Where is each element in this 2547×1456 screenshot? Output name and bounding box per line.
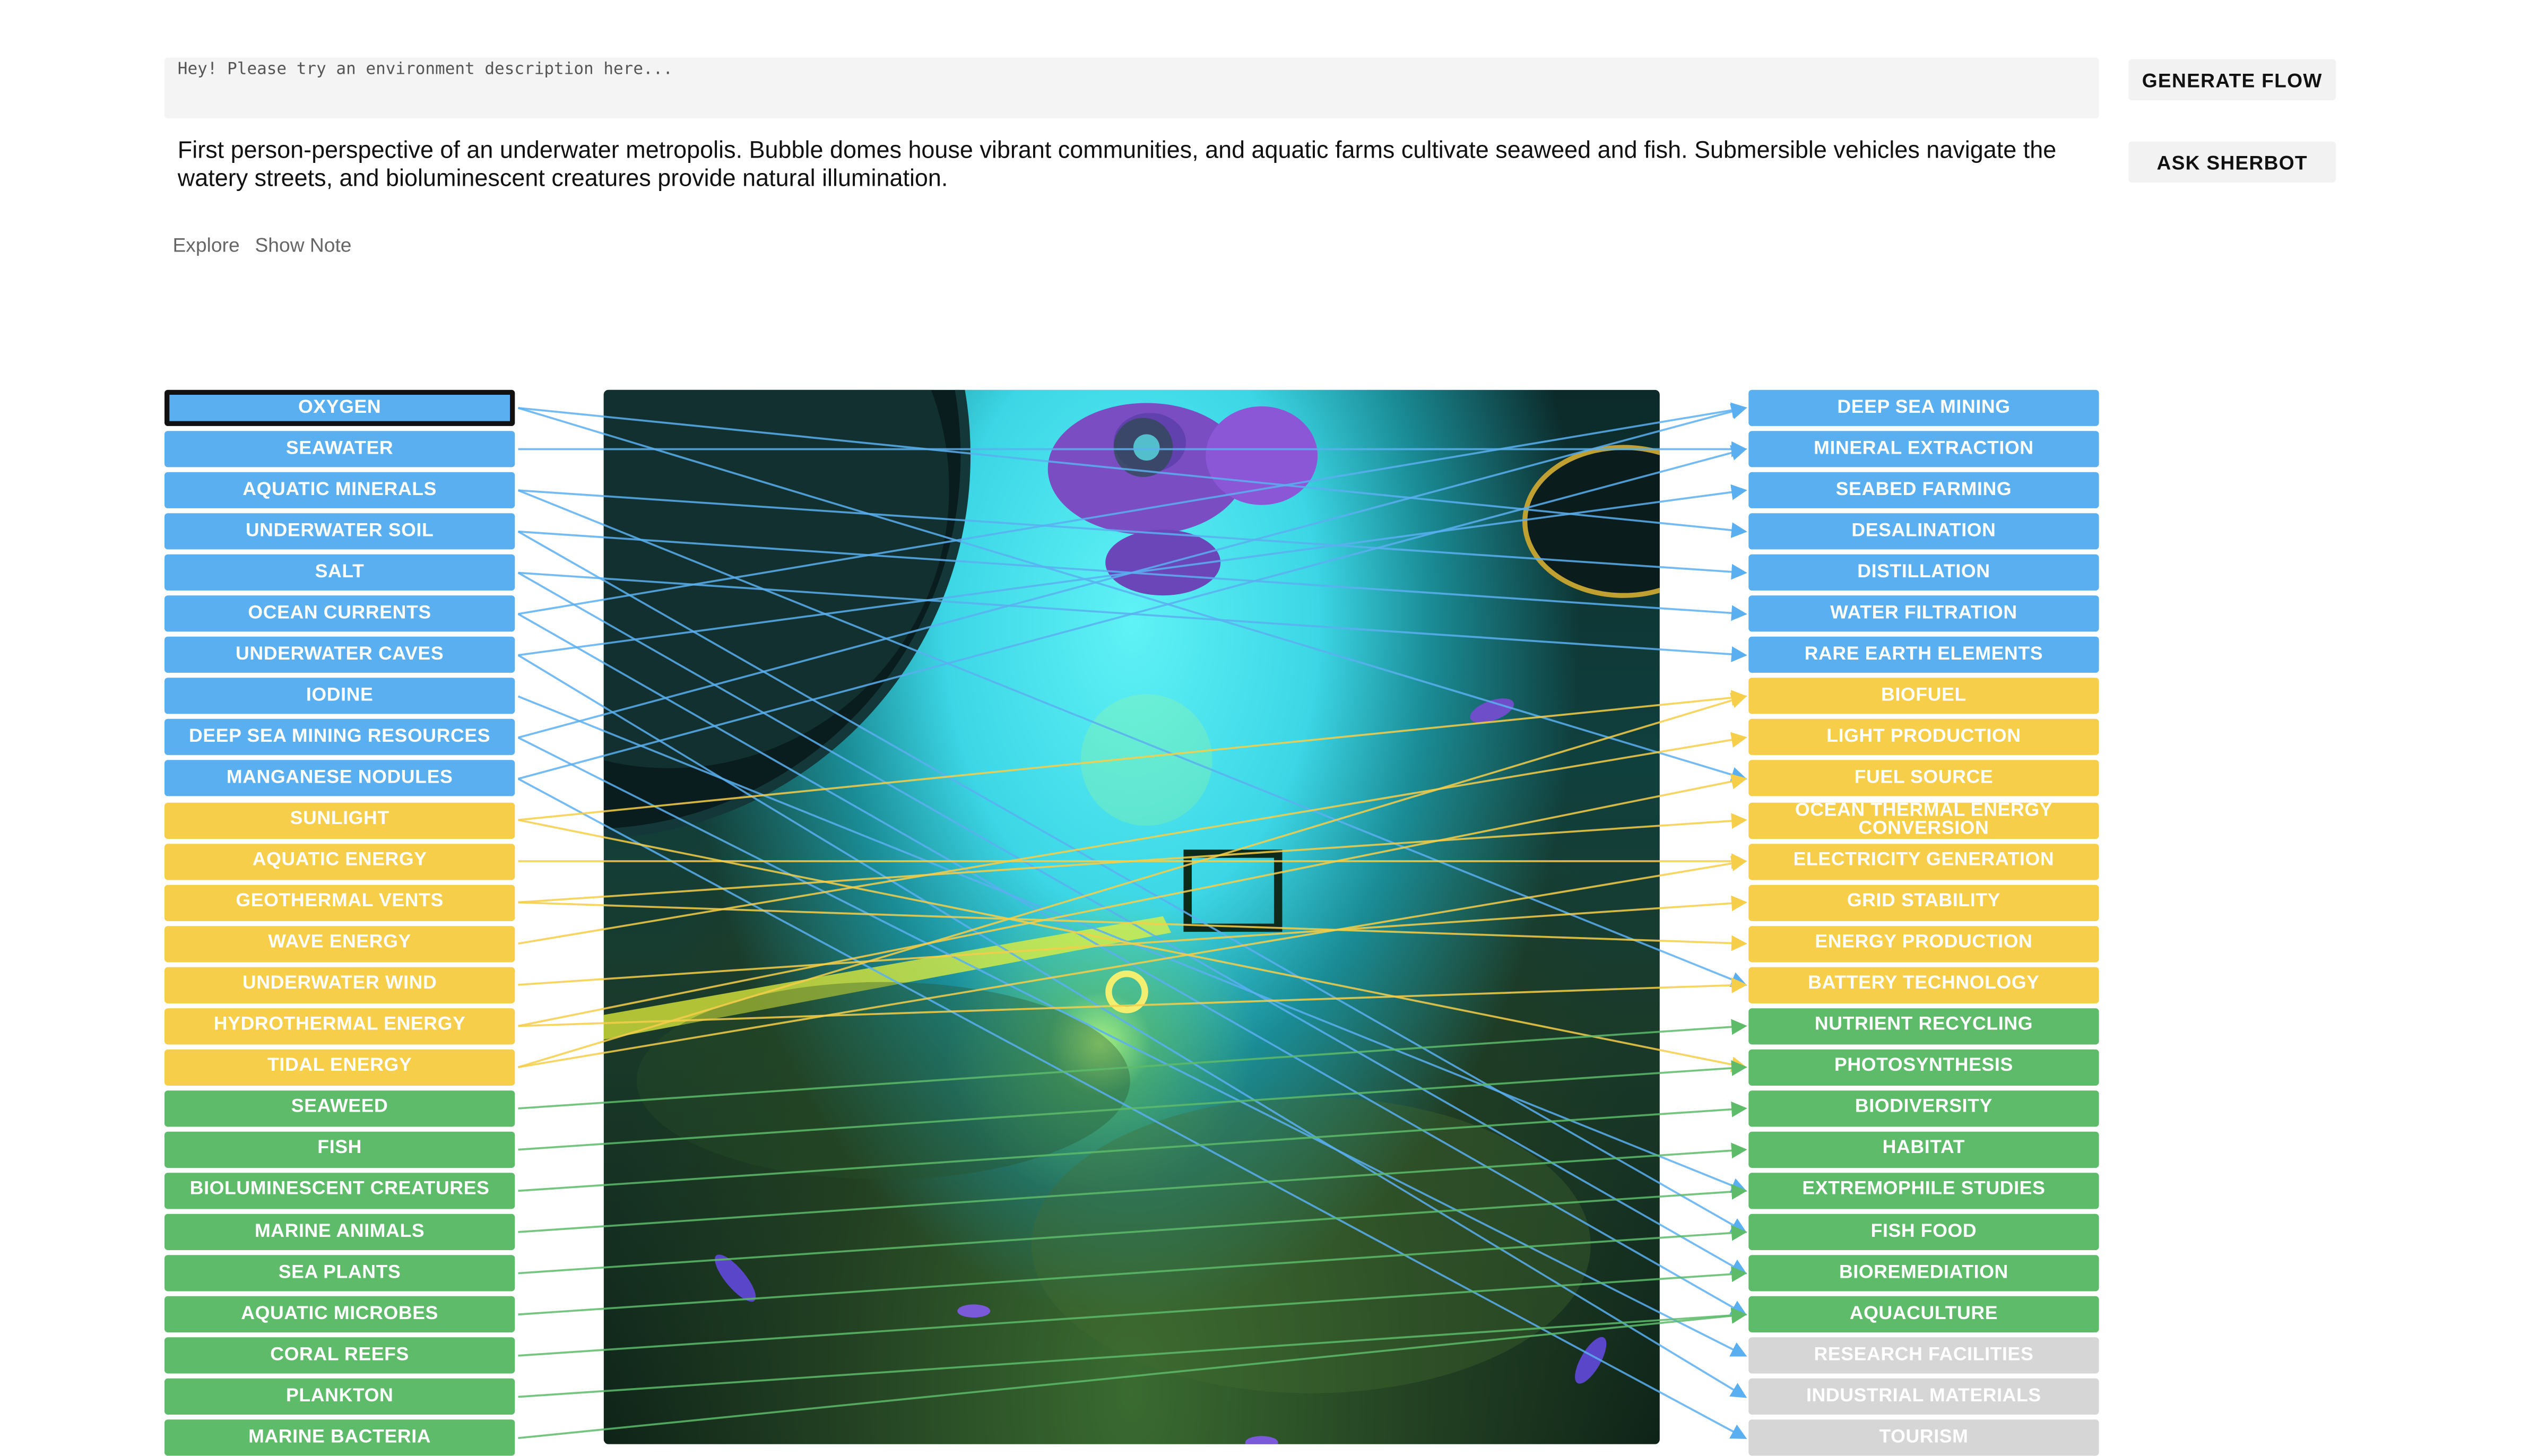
input-tag-sunlight[interactable]: SUNLIGHT: [164, 802, 515, 838]
output-tag-electricity-generation[interactable]: ELECTRICITY GENERATION: [1748, 843, 2099, 880]
input-tag-aquatic-energy[interactable]: AQUATIC ENERGY: [164, 843, 515, 880]
show-note-link[interactable]: Show Note: [255, 233, 352, 256]
output-tag-bioremediation[interactable]: BIOREMEDIATION: [1748, 1255, 2099, 1292]
input-tag-manganese-nodules[interactable]: MANGANESE NODULES: [164, 760, 515, 797]
input-tag-iodine[interactable]: IODINE: [164, 678, 515, 715]
input-tag-wave-energy[interactable]: WAVE ENERGY: [164, 925, 515, 962]
output-tag-photosynthesis[interactable]: PHOTOSYNTHESIS: [1748, 1049, 2099, 1086]
environment-description-text: First person-perspective of an underwate…: [177, 138, 2057, 193]
input-tag-ocean-currents[interactable]: OCEAN CURRENTS: [164, 595, 515, 632]
output-tag-grid-stability[interactable]: GRID STABILITY: [1748, 884, 2099, 921]
input-tag-underwater-soil[interactable]: UNDERWATER SOIL: [164, 513, 515, 550]
input-tag-aquatic-minerals[interactable]: AQUATIC MINERALS: [164, 472, 515, 509]
input-tag-bioluminescent-creatures[interactable]: BIOLUMINESCENT CREATURES: [164, 1173, 515, 1209]
output-tag-biodiversity[interactable]: BIODIVERSITY: [1748, 1090, 2099, 1127]
output-tag-desalination[interactable]: DESALINATION: [1748, 513, 2099, 550]
output-tag-rare-earth-elements[interactable]: RARE EARTH ELEMENTS: [1748, 637, 2099, 673]
ask-sherbot-button[interactable]: ASK SHERBOT: [2128, 141, 2336, 183]
output-tag-aquaculture[interactable]: AQUACULTURE: [1748, 1296, 2099, 1333]
output-tag-mineral-extraction[interactable]: MINERAL EXTRACTION: [1748, 431, 2099, 467]
explore-link[interactable]: Explore: [173, 233, 240, 256]
generate-flow-button[interactable]: GENERATE FLOW: [2128, 59, 2336, 101]
input-tag-hydrothermal-energy[interactable]: HYDROTHERMAL ENERGY: [164, 1008, 515, 1044]
output-tag-tourism[interactable]: TOURISM: [1748, 1420, 2099, 1456]
output-tag-distillation[interactable]: DISTILLATION: [1748, 554, 2099, 591]
input-tag-fish[interactable]: FISH: [164, 1131, 515, 1168]
input-tag-aquatic-microbes[interactable]: AQUATIC MICROBES: [164, 1296, 515, 1333]
output-tag-biofuel[interactable]: BIOFUEL: [1748, 678, 2099, 715]
input-tag-oxygen[interactable]: OXYGEN: [164, 389, 515, 426]
output-tag-industrial-materials[interactable]: INDUSTRIAL MATERIALS: [1748, 1379, 2099, 1415]
environment-description-input[interactable]: Hey! Please try an environment descripti…: [164, 57, 2099, 119]
input-tag-geothermal-vents[interactable]: GEOTHERMAL VENTS: [164, 884, 515, 921]
output-tag-fish-food[interactable]: FISH FOOD: [1748, 1214, 2099, 1250]
input-tag-coral-reefs[interactable]: CORAL REEFS: [164, 1337, 515, 1374]
output-tag-fuel-source[interactable]: FUEL SOURCE: [1748, 760, 2099, 797]
input-tag-deep-sea-mining-resources[interactable]: DEEP SEA MINING RESOURCES: [164, 719, 515, 756]
input-tag-marine-animals[interactable]: MARINE ANIMALS: [164, 1214, 515, 1250]
input-tag-underwater-wind[interactable]: UNDERWATER WIND: [164, 966, 515, 1003]
input-tag-marine-bacteria[interactable]: MARINE BACTERIA: [164, 1420, 515, 1456]
input-tag-salt[interactable]: SALT: [164, 554, 515, 591]
output-tag-deep-sea-mining[interactable]: DEEP SEA MINING: [1748, 389, 2099, 426]
scene-illustration: [603, 389, 1660, 1444]
output-tag-water-filtration[interactable]: WATER FILTRATION: [1748, 595, 2099, 632]
output-tag-nutrient-recycling[interactable]: NUTRIENT RECYCLING: [1748, 1008, 2099, 1044]
output-tag-habitat[interactable]: HABITAT: [1748, 1131, 2099, 1168]
output-tag-energy-production[interactable]: ENERGY PRODUCTION: [1748, 925, 2099, 962]
output-tag-battery-technology[interactable]: BATTERY TECHNOLOGY: [1748, 966, 2099, 1003]
input-tag-underwater-caves[interactable]: UNDERWATER CAVES: [164, 637, 515, 673]
input-tag-seawater[interactable]: SEAWATER: [164, 431, 515, 467]
input-tag-tidal-energy[interactable]: TIDAL ENERGY: [164, 1049, 515, 1086]
output-tag-light-production[interactable]: LIGHT PRODUCTION: [1748, 719, 2099, 756]
input-tag-sea-plants[interactable]: SEA PLANTS: [164, 1255, 515, 1292]
output-tag-research-facilities[interactable]: RESEARCH FACILITIES: [1748, 1337, 2099, 1374]
input-tag-plankton[interactable]: PLANKTON: [164, 1379, 515, 1415]
output-tag-extremophile-studies[interactable]: EXTREMOPHILE STUDIES: [1748, 1173, 2099, 1209]
prompt-placeholder: Hey! Please try an environment descripti…: [177, 60, 673, 79]
output-tag-seabed-farming[interactable]: SEABED FARMING: [1748, 472, 2099, 509]
input-tag-seaweed[interactable]: SEAWEED: [164, 1090, 515, 1127]
underwater-metropolis-image: [603, 389, 1660, 1444]
output-tag-ocean-thermal-energy-conversion[interactable]: OCEAN THERMAL ENERGY CONVERSION: [1748, 802, 2099, 838]
